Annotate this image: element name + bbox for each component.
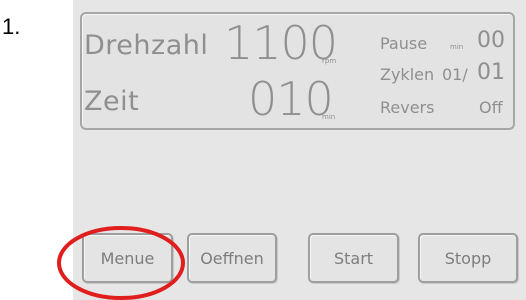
device-touchscreen: Drehzahl 1100 rpm Zeit 010 min Pause min… [73,0,526,300]
menu-button[interactable]: Menue [82,233,173,283]
stop-button[interactable]: Stopp [418,233,518,283]
step-number: 1. [2,14,21,39]
start-button[interactable]: Start [308,233,399,283]
open-button[interactable]: Oeffnen [187,233,277,283]
button-bar: Menue Oeffnen Start Stopp [73,0,526,300]
